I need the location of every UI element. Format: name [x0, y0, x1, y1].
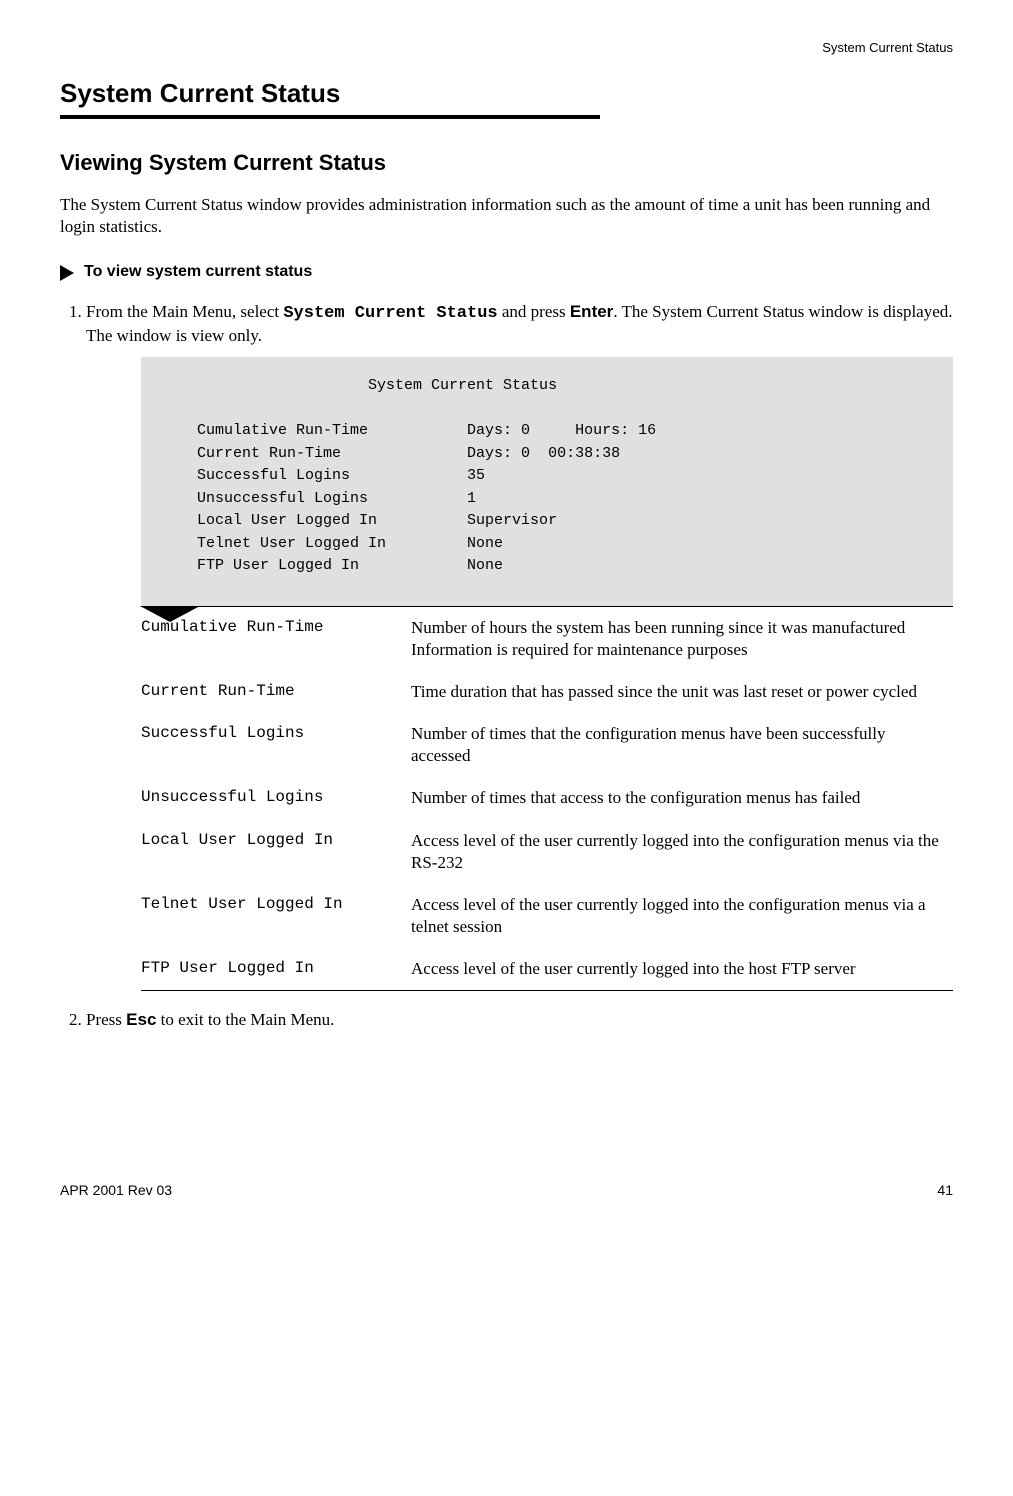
step1-prefix: From the Main Menu, select: [86, 302, 283, 321]
def-desc: Access level of the user currently logge…: [411, 820, 953, 884]
table-row: Unsuccessful LoginsNumber of times that …: [141, 777, 953, 819]
definition-table: Cumulative Run-TimeNumber of hours the s…: [141, 606, 953, 991]
table-row: FTP User Logged InAccess level of the us…: [141, 948, 953, 991]
def-desc: Number of hours the system has been runn…: [411, 606, 953, 671]
table-row: Local User Logged InAccess level of the …: [141, 820, 953, 884]
table-row: Telnet User Logged InAccess level of the…: [141, 884, 953, 948]
step2-key: Esc: [126, 1010, 156, 1029]
arrow-down-icon: [140, 606, 200, 622]
def-desc: Time duration that has passed since the …: [411, 671, 953, 713]
def-term: Current Run-Time: [141, 671, 411, 713]
page-title: System Current Status: [60, 77, 953, 111]
terminal-window: System Current Status Cumulative Run-Tim…: [141, 357, 953, 606]
procedure-label: To view system current status: [84, 262, 312, 283]
arrow-right-icon: [60, 265, 74, 281]
section-heading: Viewing System Current Status: [60, 149, 953, 178]
step2-suffix: to exit to the Main Menu.: [156, 1010, 334, 1029]
step1-key: Enter: [570, 302, 613, 321]
def-term: Local User Logged In: [141, 820, 411, 884]
step-1: From the Main Menu, select System Curren…: [86, 301, 953, 991]
def-term: Successful Logins: [141, 713, 411, 777]
def-desc: Number of times that access to the confi…: [411, 777, 953, 819]
table-row: Current Run-TimeTime duration that has p…: [141, 671, 953, 713]
footer-right: 41: [937, 1181, 953, 1199]
step1-command: System Current Status: [283, 304, 497, 323]
step1-mid: and press: [498, 302, 570, 321]
def-desc: Access level of the user currently logge…: [411, 884, 953, 948]
footer-left: APR 2001 Rev 03: [60, 1181, 172, 1199]
step-2: Press Esc to exit to the Main Menu.: [86, 1009, 953, 1031]
page-footer: APR 2001 Rev 03 41: [60, 1181, 953, 1199]
def-desc: Access level of the user currently logge…: [411, 948, 953, 991]
running-header: System Current Status: [60, 40, 953, 57]
title-rule: [60, 115, 600, 119]
intro-text: The System Current Status window provide…: [60, 194, 953, 238]
def-term: Unsuccessful Logins: [141, 777, 411, 819]
def-term: Telnet User Logged In: [141, 884, 411, 948]
step2-prefix: Press: [86, 1010, 126, 1029]
def-desc: Number of times that the configuration m…: [411, 713, 953, 777]
procedure-title: To view system current status: [60, 262, 953, 283]
table-row: Successful LoginsNumber of times that th…: [141, 713, 953, 777]
def-term: FTP User Logged In: [141, 948, 411, 991]
table-row: Cumulative Run-TimeNumber of hours the s…: [141, 606, 953, 671]
